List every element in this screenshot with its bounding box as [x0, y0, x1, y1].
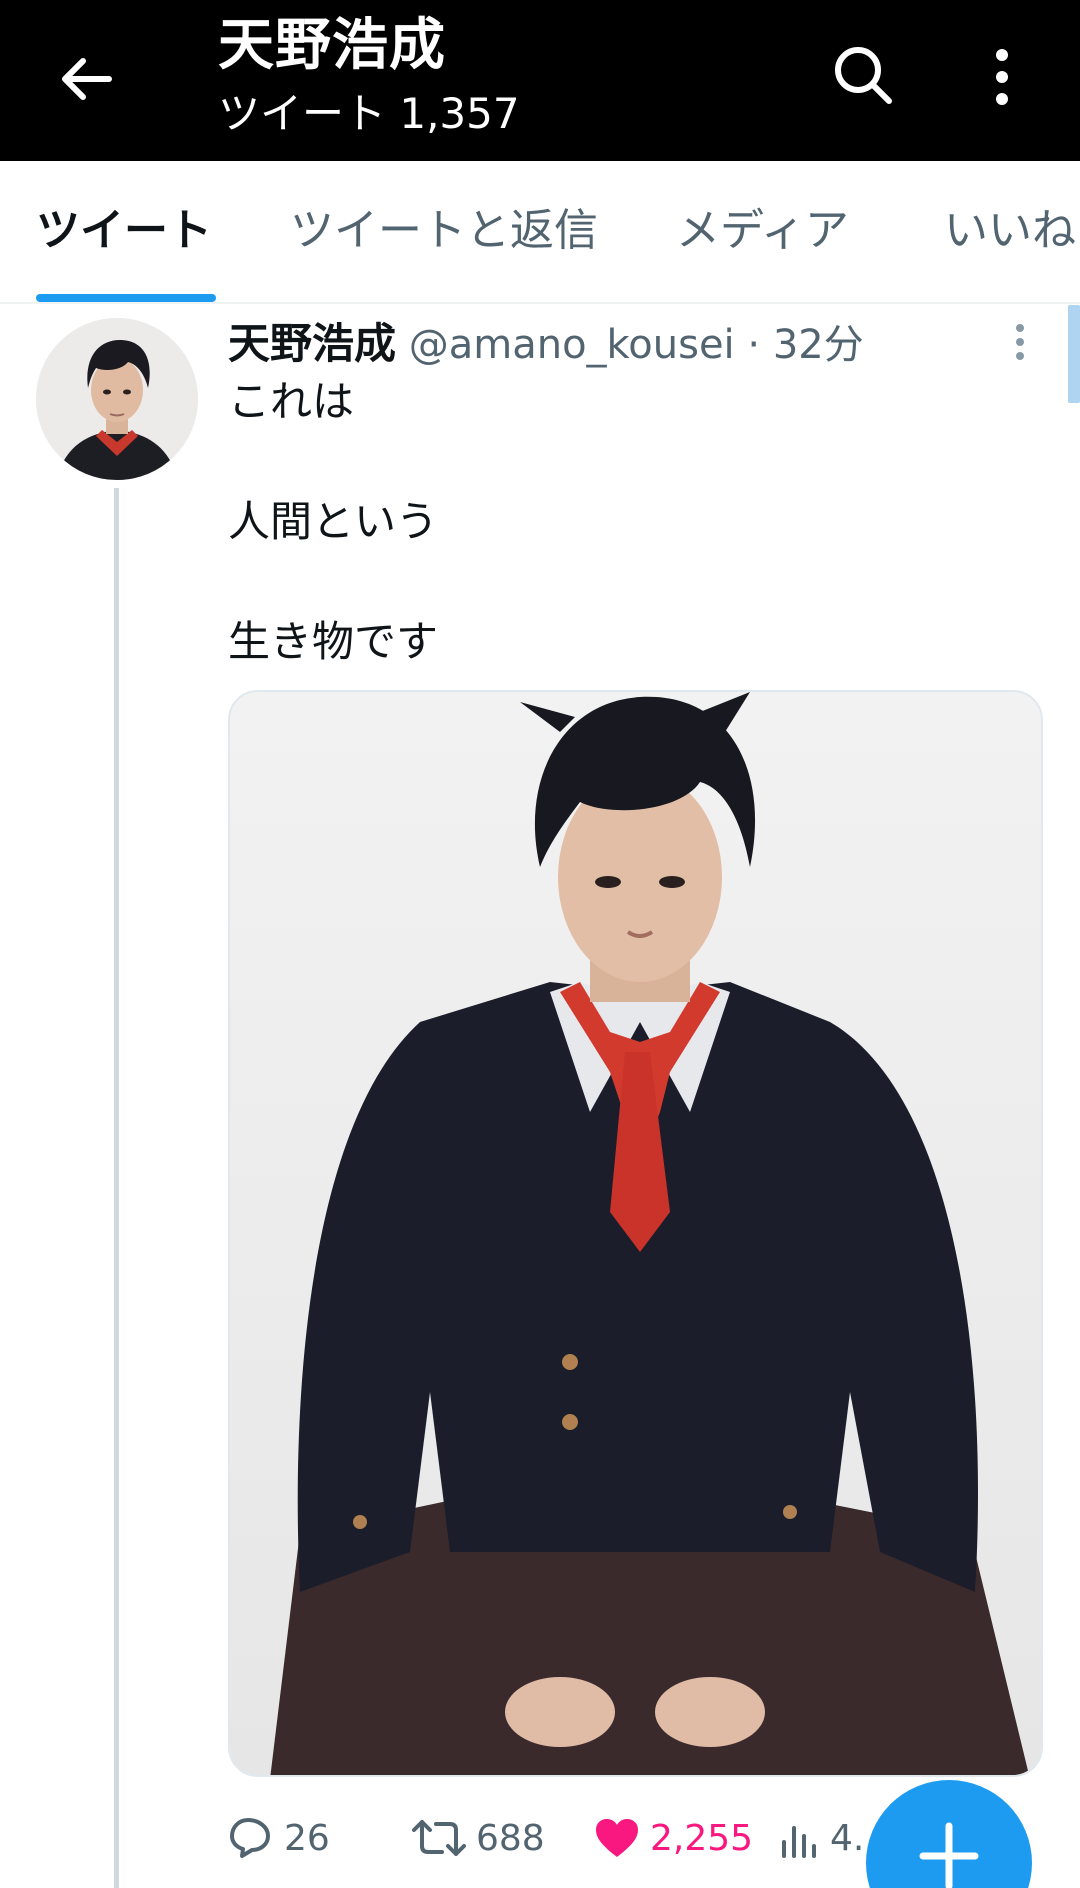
tweet-author-handle[interactable]: @amano_kousei: [409, 322, 735, 368]
top-app-bar: 天野浩成 ツイート 1,357: [0, 0, 1080, 161]
back-button[interactable]: [50, 44, 120, 114]
arrow-left-icon: [62, 58, 112, 100]
tweet-author-name[interactable]: 天野浩成: [228, 319, 396, 368]
active-tab-indicator: [36, 294, 216, 302]
analytics-icon: [782, 1826, 816, 1858]
views-button[interactable]: 4.: [780, 1808, 864, 1868]
tweet-more-button[interactable]: [1006, 318, 1034, 366]
tweet-actions: 26 688 2,255 4.: [228, 1808, 928, 1868]
more-vertical-icon: [996, 49, 1008, 105]
reply-count: 26: [284, 1817, 330, 1859]
plus-icon: [919, 1822, 979, 1888]
more-vertical-icon: [1016, 324, 1024, 360]
retweet-icon: [412, 1820, 466, 1856]
search-icon: [835, 47, 892, 104]
profile-title: 天野浩成: [218, 13, 446, 78]
tab-tweets[interactable]: ツイート: [36, 201, 212, 261]
retweet-button[interactable]: 688: [412, 1808, 545, 1868]
tweet-line: これは: [228, 377, 355, 426]
search-button[interactable]: [830, 42, 896, 108]
profile-tabs: ツイート ツイートと返信 メディア いいね: [0, 161, 1080, 304]
heart-filled-icon: [596, 1819, 638, 1857]
more-options-button[interactable]: [982, 42, 1022, 112]
tweet-line: 生き物です: [228, 617, 439, 666]
scrollbar[interactable]: [1068, 305, 1080, 403]
retweet-count: 688: [476, 1817, 545, 1859]
reply-button[interactable]: 26: [228, 1808, 330, 1868]
compose-tweet-button[interactable]: [866, 1780, 1032, 1888]
tab-likes[interactable]: いいね: [944, 201, 1076, 261]
thread-line: [114, 488, 119, 1888]
tweet-line: 人間という: [228, 497, 439, 546]
like-count: 2,255: [650, 1817, 754, 1859]
portrait-photo: [230, 692, 1041, 1775]
like-button[interactable]: 2,255: [594, 1808, 753, 1868]
reply-icon: [230, 1818, 270, 1858]
tab-media[interactable]: メディア: [676, 201, 849, 261]
tweet-media-image[interactable]: [228, 690, 1043, 1777]
avatar[interactable]: [36, 318, 198, 480]
tweet-timestamp[interactable]: 32分: [773, 322, 864, 368]
views-count: 4.: [830, 1817, 865, 1859]
tab-tweets-and-replies[interactable]: ツイートと返信: [290, 201, 598, 261]
separator-dot: ·: [747, 322, 761, 368]
tweet-text: これは 人間という 生き物です: [228, 372, 438, 672]
tweet-header: 天野浩成 @amano_kousei · 32分: [228, 316, 864, 372]
avatar-portrait-image: [36, 318, 198, 480]
tweet-count: ツイート 1,357: [218, 89, 520, 138]
